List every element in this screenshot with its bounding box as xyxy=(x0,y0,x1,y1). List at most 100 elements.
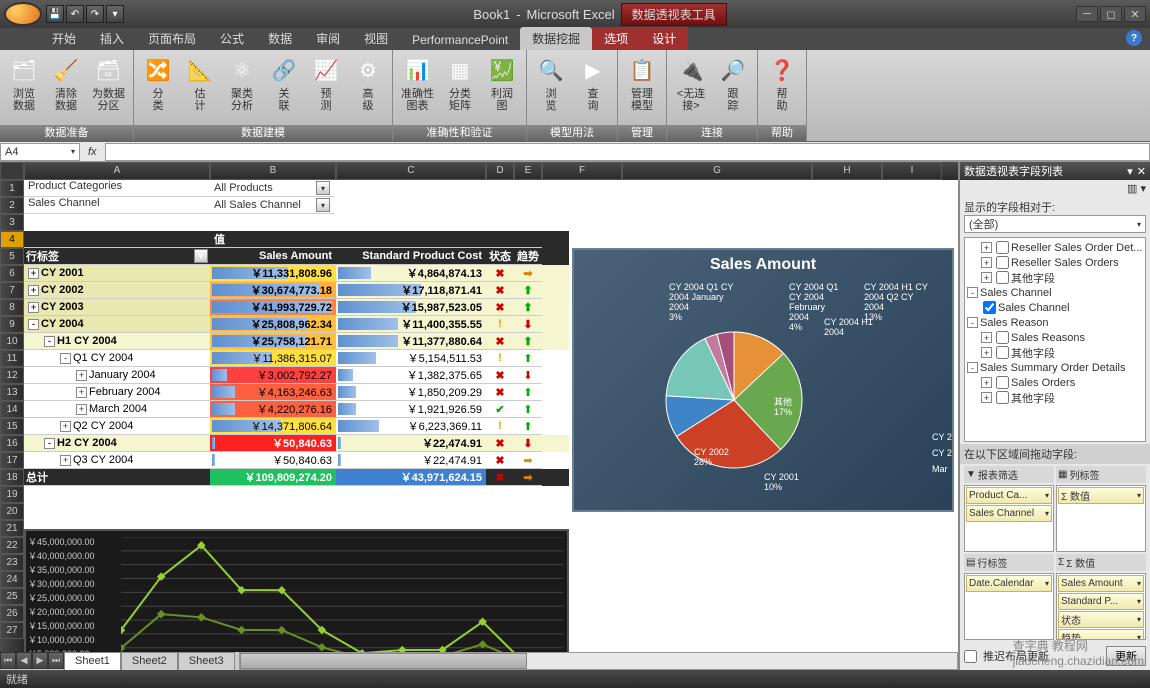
col-header-A[interactable]: A xyxy=(24,162,210,180)
field-pane-close-icon[interactable]: ✕ xyxy=(1137,165,1146,178)
browse[interactable]: 🔍浏 览 xyxy=(531,52,571,125)
row-header-14[interactable]: 14 xyxy=(0,401,24,418)
line-series-Sales Amount[interactable] xyxy=(121,545,563,652)
sheet-tab-Sheet2[interactable]: Sheet2 xyxy=(121,652,178,670)
tree-expand-icon[interactable]: + xyxy=(981,257,992,268)
minimize-button[interactable]: ─ xyxy=(1076,6,1098,22)
expand-icon[interactable]: + xyxy=(60,421,71,432)
field-checkbox[interactable] xyxy=(996,346,1009,359)
expand-icon[interactable]: + xyxy=(60,455,71,466)
row-header-25[interactable]: 25 xyxy=(0,588,24,605)
tab-PerformancePoint[interactable]: PerformancePoint xyxy=(400,30,520,50)
help-icon[interactable]: ? xyxy=(1126,30,1142,46)
tab-公式[interactable]: 公式 xyxy=(208,27,256,50)
row-header-19[interactable]: 19 xyxy=(0,486,24,503)
field-tree-item[interactable]: -Sales Channel xyxy=(967,285,1143,300)
field-tree-item[interactable]: -Sales Summary Order Details xyxy=(967,360,1143,375)
col-header-B[interactable]: B xyxy=(210,162,336,180)
area-item[interactable]: Standard P...▾ xyxy=(1058,593,1144,610)
expand-icon[interactable]: + xyxy=(28,268,39,279)
qat-save[interactable]: 💾 xyxy=(46,5,64,23)
field-checkbox[interactable] xyxy=(996,271,1009,284)
tree-expand-icon[interactable]: + xyxy=(981,332,992,343)
row-header-1[interactable]: 1 xyxy=(0,180,24,197)
restore-button[interactable]: ◻ xyxy=(1100,6,1122,22)
expand-icon[interactable]: + xyxy=(76,387,87,398)
browse-data[interactable]: 🗂浏览 数据 xyxy=(4,52,44,125)
line-chart[interactable]: ￥45,000,000.00￥40,000,000.00￥35,000,000.… xyxy=(24,529,569,652)
row-header-9[interactable]: 9 xyxy=(0,316,24,333)
tree-expand-icon[interactable]: + xyxy=(981,347,992,358)
area-item[interactable]: 趋势▾ xyxy=(1058,629,1144,640)
tab-开始[interactable]: 开始 xyxy=(40,27,88,50)
line-marker[interactable] xyxy=(277,626,286,635)
estimate[interactable]: 📐估 计 xyxy=(180,52,220,125)
area-item[interactable]: 状态▾ xyxy=(1058,611,1144,628)
row-header-21[interactable]: 21 xyxy=(0,520,24,537)
row-header-17[interactable]: 17 xyxy=(0,452,24,469)
tree-expand-icon[interactable]: + xyxy=(981,272,992,283)
row-header-4[interactable]: 4 xyxy=(0,231,24,248)
expand-icon[interactable]: - xyxy=(44,336,55,347)
row-header-10[interactable]: 10 xyxy=(0,333,24,350)
filter-dropdown-icon[interactable]: ▾ xyxy=(316,181,330,195)
tab-审阅[interactable]: 审阅 xyxy=(304,27,352,50)
row-header-12[interactable]: 12 xyxy=(0,367,24,384)
pivot-row[interactable]: +February 2004 ￥4,163,246.63 ￥1,850,209.… xyxy=(24,384,569,401)
pivot-row[interactable]: +Q3 CY 2004 ￥50,840.63 ￥22,474.91 ✖➡ xyxy=(24,452,569,469)
tab-选项[interactable]: 选项 xyxy=(592,27,640,50)
row-header-22[interactable]: 22 xyxy=(0,537,24,554)
pivot-row[interactable]: -H2 CY 2004 ￥50,840.63 ￥22,474.91 ✖⬇ xyxy=(24,435,569,452)
pivot-row[interactable]: -CY 2004 ￥25,808,962.34 ￥11,400,355.55 !… xyxy=(24,316,569,333)
tree-expand-icon[interactable]: + xyxy=(981,242,992,253)
area-item[interactable]: Sales Amount▾ xyxy=(1058,575,1144,592)
sheet-nav-first[interactable]: ⏮ xyxy=(0,652,16,669)
sheet-tab-Sheet1[interactable]: Sheet1 xyxy=(64,652,121,670)
area-item[interactable]: Product Ca...▾ xyxy=(966,487,1052,504)
no-connection[interactable]: 🔌<无连 接> xyxy=(671,52,711,125)
field-tree-item[interactable]: +其他字段 xyxy=(967,345,1143,360)
tree-expand-icon[interactable]: + xyxy=(981,392,992,403)
row-header-7[interactable]: 7 xyxy=(0,282,24,299)
qat-dropdown[interactable]: ▾ xyxy=(106,5,124,23)
field-tree-item[interactable]: +Sales Reasons xyxy=(967,330,1143,345)
forecast[interactable]: 📈预 测 xyxy=(306,52,346,125)
line-marker[interactable] xyxy=(318,643,327,652)
sheet-nav-next[interactable]: ▶ xyxy=(32,652,48,669)
accuracy-chart[interactable]: 📊准确性 图表 xyxy=(397,52,438,125)
col-header-E[interactable]: E xyxy=(514,162,542,180)
row-header-11[interactable]: 11 xyxy=(0,350,24,367)
manage-models[interactable]: 📋管理 模型 xyxy=(622,52,662,125)
tab-页面布局[interactable]: 页面布局 xyxy=(136,27,208,50)
col-header-C[interactable]: C xyxy=(336,162,486,180)
field-checkbox[interactable] xyxy=(996,241,1009,254)
qat-redo[interactable]: ↷ xyxy=(86,5,104,23)
field-checkbox[interactable] xyxy=(996,256,1009,269)
update-button[interactable]: 更新 xyxy=(1106,646,1146,666)
close-button[interactable]: ✕ xyxy=(1124,6,1146,22)
tab-数据挖掘[interactable]: 数据挖掘 xyxy=(520,27,592,50)
pivot-row[interactable]: +CY 2003 ￥41,993,729.72 ￥15,987,523.05 ✖… xyxy=(24,299,569,316)
row-header-16[interactable]: 16 xyxy=(0,435,24,452)
col-header-G[interactable]: G xyxy=(622,162,812,180)
field-tree-item[interactable]: +Sales Orders xyxy=(967,375,1143,390)
col-header-H[interactable]: H xyxy=(812,162,882,180)
field-pane-layout-toggle[interactable]: ▥ ▾ xyxy=(960,180,1150,197)
field-tree-item[interactable]: +其他字段 xyxy=(967,270,1143,285)
horizontal-scrollbar[interactable] xyxy=(239,652,958,670)
tab-插入[interactable]: 插入 xyxy=(88,27,136,50)
pivot-row[interactable]: +CY 2001 ￥11,331,808.96 ￥4,864,874.13 ✖➡ xyxy=(24,265,569,282)
select-all-corner[interactable] xyxy=(0,162,24,180)
trace[interactable]: 🔎跟 踪 xyxy=(713,52,753,125)
query[interactable]: ▶查 询 xyxy=(573,52,613,125)
pivot-row[interactable]: +January 2004 ￥3,002,792.27 ￥1,382,375.6… xyxy=(24,367,569,384)
tree-expand-icon[interactable]: - xyxy=(967,287,978,298)
expand-icon[interactable]: + xyxy=(76,370,87,381)
col-header-F[interactable]: F xyxy=(542,162,622,180)
defer-layout-checkbox[interactable] xyxy=(964,650,977,663)
row-header-18[interactable]: 18 xyxy=(0,469,24,486)
field-tree-item[interactable]: +其他字段 xyxy=(967,390,1143,405)
row-header-6[interactable]: 6 xyxy=(0,265,24,282)
clean-data[interactable]: 🧹清除 数据 xyxy=(46,52,86,125)
pivot-row[interactable]: +Q2 CY 2004 ￥14,371,806.64 ￥6,223,369.11… xyxy=(24,418,569,435)
